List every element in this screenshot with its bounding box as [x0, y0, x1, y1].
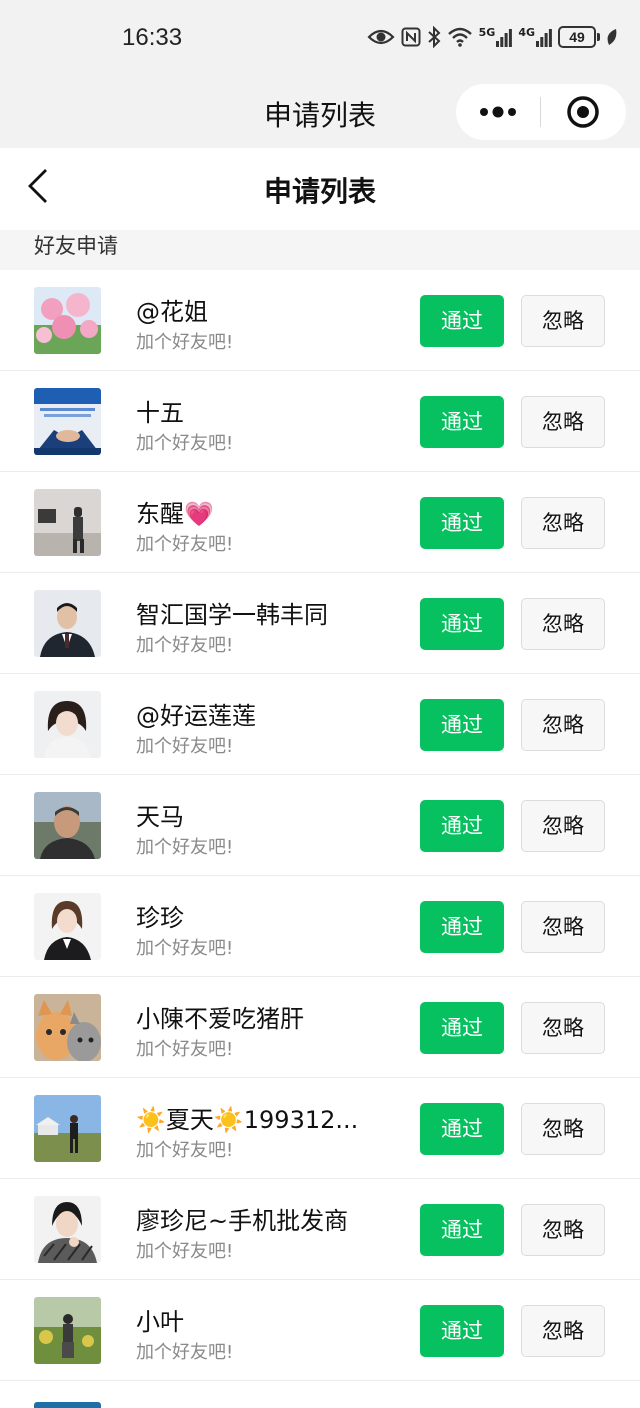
- avatar[interactable]: [34, 388, 101, 455]
- section-label-text: 好友申请: [34, 234, 118, 258]
- requester-name: 珍珍: [136, 904, 184, 932]
- requester-name: @花姐: [136, 298, 208, 326]
- nfc-icon: [401, 27, 421, 47]
- ignore-button[interactable]: 忽略: [521, 1002, 605, 1054]
- list-item: ☀️夏天☀️199312... 加个好友吧! 通过 忽略: [0, 1078, 640, 1179]
- avatar[interactable]: [34, 893, 101, 960]
- list-item: @好运莲莲 加个好友吧! 通过 忽略: [0, 674, 640, 775]
- friend-request-list: @花姐 加个好友吧! 通过 忽略 十五 加个好友吧! 通过 忽略 东醒💗 加个好…: [0, 270, 640, 1381]
- requester-name: 十五: [136, 399, 184, 427]
- request-message: 加个好友吧!: [136, 1140, 234, 1161]
- battery-level: 49: [558, 26, 596, 48]
- status-time: 16:33: [122, 24, 183, 51]
- status-icons: 5G 4G 49: [367, 26, 618, 48]
- accept-button[interactable]: 通过: [420, 901, 504, 953]
- avatar[interactable]: [34, 287, 101, 354]
- avatar[interactable]: [34, 590, 101, 657]
- signal-5g-label: 5G: [478, 26, 496, 39]
- request-message: 加个好友吧!: [136, 1241, 234, 1262]
- chevron-left-icon[interactable]: [18, 166, 58, 206]
- status-bar: 16:33 5G 4G 49: [0, 0, 640, 80]
- request-message: 加个好友吧!: [136, 635, 234, 656]
- list-item: @花姐 加个好友吧! 通过 忽略: [0, 270, 640, 371]
- list-item: 天马 加个好友吧! 通过 忽略: [0, 775, 640, 876]
- request-message: 加个好友吧!: [136, 1039, 234, 1060]
- avatar[interactable]: [34, 1297, 101, 1364]
- ignore-button[interactable]: 忽略: [521, 699, 605, 751]
- accept-button[interactable]: 通过: [420, 1002, 504, 1054]
- avatar[interactable]: [34, 1402, 101, 1408]
- battery-icon: 49: [558, 26, 600, 48]
- bluetooth-icon: [427, 26, 441, 48]
- avatar[interactable]: [34, 792, 101, 859]
- target-close-icon[interactable]: [541, 84, 625, 140]
- request-message: 加个好友吧!: [136, 433, 234, 454]
- list-item: 智汇国学一韩丰同 加个好友吧! 通过 忽略: [0, 573, 640, 674]
- leaf-icon: [607, 29, 617, 45]
- ignore-button[interactable]: 忽略: [521, 396, 605, 448]
- wifi-icon: [447, 27, 472, 47]
- page-title: 申请列表: [263, 175, 376, 208]
- request-message: 加个好友吧!: [136, 534, 234, 555]
- miniprogram-nav-bar: 申请列表: [0, 80, 640, 148]
- ignore-button[interactable]: 忽略: [521, 497, 605, 549]
- accept-button[interactable]: 通过: [420, 497, 504, 549]
- list-item: 小叶 加个好友吧! 通过 忽略: [0, 1280, 640, 1381]
- requester-name: 天马: [136, 803, 184, 831]
- accept-button[interactable]: 通过: [420, 598, 504, 650]
- ignore-button[interactable]: 忽略: [521, 1305, 605, 1357]
- requester-name: 智汇国学一韩丰同: [136, 601, 328, 629]
- ignore-button[interactable]: 忽略: [521, 295, 605, 347]
- request-message: 加个好友吧!: [136, 736, 234, 757]
- requester-name: 东醒💗: [136, 500, 214, 528]
- section-label: 好友申请: [0, 230, 640, 270]
- more-dots-icon[interactable]: [456, 84, 540, 140]
- accept-button[interactable]: 通过: [420, 295, 504, 347]
- ignore-button[interactable]: 忽略: [521, 800, 605, 852]
- list-item: 珍珍 加个好友吧! 通过 忽略: [0, 876, 640, 977]
- accept-button[interactable]: 通过: [420, 800, 504, 852]
- ignore-button[interactable]: 忽略: [521, 1204, 605, 1256]
- requester-name: @好运莲莲: [136, 702, 256, 730]
- accept-button[interactable]: 通过: [420, 1305, 504, 1357]
- avatar[interactable]: [34, 1095, 101, 1162]
- miniprogram-capsule: [456, 84, 626, 140]
- signal-4g-icon: 4G: [518, 27, 552, 47]
- requester-name: 小叶: [136, 1308, 184, 1336]
- requester-name: 廖珍尼~手机批发商: [136, 1207, 349, 1235]
- ignore-button[interactable]: 忽略: [521, 598, 605, 650]
- avatar[interactable]: [34, 489, 101, 556]
- page-header: 申请列表: [0, 148, 640, 230]
- request-message: 加个好友吧!: [136, 938, 234, 959]
- signal-5g-icon: 5G: [479, 27, 513, 47]
- request-message: 加个好友吧!: [136, 332, 234, 353]
- avatar[interactable]: [34, 691, 101, 758]
- request-message: 加个好友吧!: [136, 837, 234, 858]
- requester-name: ☀️夏天☀️199312...: [136, 1106, 359, 1134]
- ignore-button[interactable]: 忽略: [521, 1103, 605, 1155]
- avatar[interactable]: [34, 994, 101, 1061]
- ignore-button[interactable]: 忽略: [521, 901, 605, 953]
- list-item: 东醒💗 加个好友吧! 通过 忽略: [0, 472, 640, 573]
- accept-button[interactable]: 通过: [420, 396, 504, 448]
- request-message: 加个好友吧!: [136, 1342, 234, 1363]
- list-item: 小陳不爱吃猪肝 加个好友吧! 通过 忽略: [0, 977, 640, 1078]
- avatar[interactable]: [34, 1196, 101, 1263]
- list-item: 十五 加个好友吧! 通过 忽略: [0, 371, 640, 472]
- signal-4g-label: 4G: [518, 26, 535, 39]
- accept-button[interactable]: 通过: [420, 1204, 504, 1256]
- eye-icon: [367, 29, 395, 45]
- list-item: 廖珍尼~手机批发商 加个好友吧! 通过 忽略: [0, 1179, 640, 1280]
- accept-button[interactable]: 通过: [420, 1103, 504, 1155]
- requester-name: 小陳不爱吃猪肝: [136, 1005, 304, 1033]
- accept-button[interactable]: 通过: [420, 699, 504, 751]
